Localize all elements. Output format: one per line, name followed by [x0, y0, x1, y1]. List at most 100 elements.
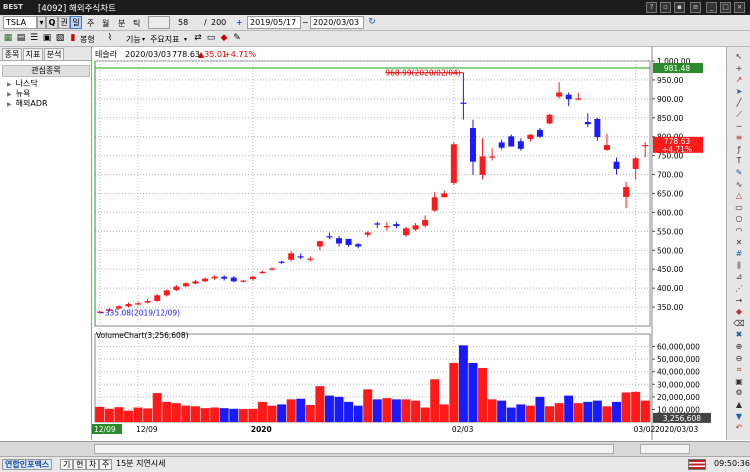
- eraser-icon[interactable]: ⌫: [733, 318, 745, 329]
- add-icon[interactable]: +: [236, 18, 243, 27]
- marker-icon[interactable]: ◆: [733, 306, 745, 317]
- cross-icon[interactable]: ✕: [733, 237, 745, 248]
- up-icon[interactable]: ▲: [733, 399, 745, 410]
- chart-scrollbar[interactable]: [94, 444, 614, 454]
- down-icon[interactable]: ▼: [733, 411, 745, 422]
- wave-icon[interactable]: ∿: [733, 179, 745, 190]
- count-value[interactable]: 58: [178, 18, 188, 27]
- config-icon[interactable]: ⚙: [733, 387, 745, 398]
- delete-icon[interactable]: ✖: [733, 329, 745, 340]
- footer-end-date: 2020/03/03: [655, 425, 698, 434]
- lock-icon[interactable]: ▣: [733, 376, 745, 387]
- tag-icon[interactable]: ⌗: [733, 364, 745, 375]
- function-dropdown-icon[interactable]: ▾: [142, 36, 145, 43]
- candle-type-icon[interactable]: ▮: [67, 32, 79, 45]
- crosshair-icon[interactable]: +: [733, 63, 745, 74]
- status-button-1[interactable]: 기: [60, 459, 74, 470]
- candle-body: [211, 276, 218, 279]
- close-icon[interactable]: ×: [734, 2, 745, 13]
- list-icon[interactable]: ☰: [28, 32, 40, 45]
- horizontal-icon[interactable]: ─: [733, 121, 745, 132]
- rights-button[interactable]: 권: [58, 16, 70, 29]
- search-icon[interactable]: Q: [46, 16, 58, 29]
- symbol-dropdown-icon[interactable]: ▾: [37, 16, 46, 29]
- line-icon[interactable]: ╱: [733, 97, 745, 108]
- pointer-icon[interactable]: ➤: [733, 86, 745, 97]
- window-icon[interactable]: ▭: [205, 32, 217, 45]
- undo-icon[interactable]: ↶: [733, 422, 745, 433]
- status-button-4[interactable]: 주: [99, 459, 113, 470]
- count-separator: /: [204, 18, 207, 27]
- link-icon[interactable]: ▪: [674, 2, 685, 13]
- period-week-button[interactable]: 주: [87, 18, 94, 29]
- alert-icon[interactable]: ◆: [218, 32, 230, 45]
- bars-icon[interactable]: ⫼: [733, 260, 745, 271]
- pin-icon[interactable]: ▫: [660, 2, 671, 13]
- volume-bar: [171, 403, 181, 422]
- indicator-menu[interactable]: 주요지표: [150, 34, 179, 45]
- gann-icon[interactable]: ⊿: [733, 271, 745, 282]
- expand-icon[interactable]: ▶: [7, 101, 12, 108]
- volume-bar: [612, 401, 621, 422]
- tab-symbols[interactable]: 종목: [2, 48, 22, 61]
- volume-bar: [372, 399, 382, 422]
- fan-icon[interactable]: ⋰: [733, 283, 745, 294]
- channel-icon[interactable]: ≡: [733, 132, 745, 143]
- price-tick-label: 550.00: [657, 227, 683, 236]
- chart-area[interactable]: 968.99(2020/02/04) 335.08(2019/12/09) 350…: [92, 47, 725, 440]
- symbol-input[interactable]: TSLA: [3, 16, 37, 29]
- candle-body: [297, 256, 304, 258]
- price-tick-label: 500.00: [657, 246, 683, 255]
- settings-icon[interactable]: ≡: [690, 2, 701, 13]
- zoom-in-icon[interactable]: ⊕: [733, 341, 745, 352]
- expand-icon[interactable]: ▶: [7, 91, 12, 98]
- period-minute-button[interactable]: 분: [118, 18, 125, 29]
- help-icon[interactable]: ?: [646, 2, 657, 13]
- cursor-icon[interactable]: ↖: [733, 51, 745, 62]
- chart-info-close: 778.63: [172, 50, 200, 59]
- volume-bar: [545, 406, 555, 422]
- period-value-input[interactable]: [148, 16, 170, 29]
- compare-icon[interactable]: ⇄: [192, 32, 204, 45]
- grid-icon[interactable]: ▤: [15, 32, 27, 45]
- fib-icon[interactable]: ƒ: [733, 144, 745, 155]
- expand-icon[interactable]: ▶: [7, 81, 12, 88]
- ray-icon[interactable]: →: [733, 295, 745, 306]
- triangle-icon[interactable]: △: [733, 190, 745, 201]
- print-icon[interactable]: ▧: [54, 32, 66, 45]
- period-tick-button[interactable]: 틱: [133, 18, 140, 29]
- pen-icon[interactable]: ✎: [733, 167, 745, 178]
- line-type-icon[interactable]: ⌇: [104, 32, 116, 45]
- tree-item-adr[interactable]: ▶ 해외ADR: [7, 98, 48, 109]
- text-icon[interactable]: T: [733, 155, 745, 166]
- period-day-button[interactable]: 일: [70, 16, 82, 29]
- tab-indicators[interactable]: 지표: [23, 48, 43, 61]
- candle-body: [345, 238, 352, 245]
- zoom-slider[interactable]: [640, 444, 690, 454]
- status-button-2[interactable]: 현: [73, 459, 87, 470]
- arrow-icon[interactable]: ↗: [733, 74, 745, 85]
- date-from-input[interactable]: 2019/05/17: [247, 16, 301, 29]
- chart-type-selector[interactable]: 봉형: [80, 34, 95, 45]
- maximize-icon[interactable]: □: [720, 2, 731, 13]
- arc-icon[interactable]: ◠: [733, 225, 745, 236]
- function-menu[interactable]: 기능: [126, 34, 141, 45]
- minimize-icon[interactable]: _: [706, 2, 717, 13]
- price-chart[interactable]: 968.99(2020/02/04) 335.08(2019/12/09) 350…: [92, 47, 725, 440]
- tab-analysis[interactable]: 분석: [44, 48, 64, 61]
- rect-icon[interactable]: ▭: [733, 202, 745, 213]
- circle-icon[interactable]: ○: [733, 213, 745, 224]
- volume-bar: [478, 367, 488, 422]
- layout-icon[interactable]: ▦: [2, 32, 14, 45]
- save-icon[interactable]: ▣: [41, 32, 53, 45]
- indicator-dropdown-icon[interactable]: ▾: [184, 36, 187, 43]
- grid-icon[interactable]: #: [733, 248, 745, 259]
- tools-icon[interactable]: ✎: [231, 32, 243, 45]
- zoom-out-icon[interactable]: ⊖: [733, 353, 745, 364]
- refresh-icon[interactable]: ↻: [366, 16, 378, 29]
- period-month-button[interactable]: 월: [102, 18, 109, 29]
- count-max[interactable]: 200: [211, 18, 226, 27]
- status-button-3[interactable]: 차: [86, 459, 100, 470]
- trend-icon[interactable]: ⟋: [733, 109, 745, 120]
- date-to-input[interactable]: 2020/03/03: [310, 16, 364, 29]
